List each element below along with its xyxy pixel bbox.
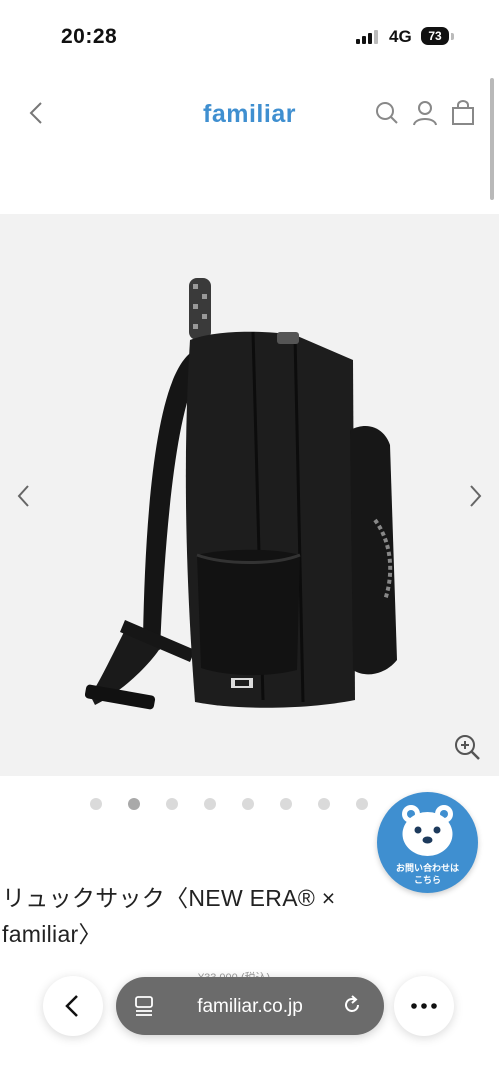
cellular-signal-icon — [356, 30, 378, 44]
battery-tip — [451, 33, 454, 40]
gallery-dot[interactable] — [356, 798, 368, 810]
more-dots-icon — [411, 1003, 437, 1009]
gallery-prev-icon[interactable] — [14, 482, 34, 510]
page-scrollbar[interactable] — [490, 78, 494, 200]
shopping-bag-icon[interactable] — [450, 100, 476, 126]
network-type: 4G — [389, 27, 412, 46]
account-icon[interactable] — [412, 100, 438, 126]
gallery-next-icon[interactable] — [465, 482, 485, 510]
gallery-dot[interactable] — [242, 798, 254, 810]
contact-label: お問い合わせは こちら — [395, 863, 459, 885]
gallery-dot-active[interactable] — [128, 798, 140, 810]
address-bar[interactable]: familiar.co.jp — [116, 977, 384, 1035]
site-header: familiar — [0, 80, 499, 150]
gallery-dot[interactable] — [318, 798, 330, 810]
backpack-product-image — [85, 278, 397, 710]
battery-icon: 73 — [421, 27, 449, 45]
product-title: リュックサック〈NEW ERA® × familiar〉 — [2, 885, 336, 947]
back-arrow-icon — [65, 995, 78, 1017]
contact-us-button[interactable]: お問い合わせは こちら — [377, 792, 478, 893]
zoom-in-icon[interactable] — [453, 733, 481, 761]
status-bar: 20:28 4G 73 — [0, 0, 499, 72]
bear-mascot-icon — [402, 805, 453, 856]
browser-more-button[interactable] — [394, 976, 454, 1036]
browser-back-button[interactable] — [43, 976, 103, 1036]
gallery-dot[interactable] — [280, 798, 292, 810]
search-icon[interactable] — [374, 100, 400, 126]
reload-icon[interactable] — [341, 994, 363, 1016]
product-image-gallery[interactable] — [0, 214, 499, 776]
status-time: 20:28 — [61, 25, 118, 48]
gallery-dot[interactable] — [90, 798, 102, 810]
gallery-pagination[interactable] — [90, 798, 368, 812]
gallery-dot[interactable] — [166, 798, 178, 810]
gallery-dot[interactable] — [204, 798, 216, 810]
